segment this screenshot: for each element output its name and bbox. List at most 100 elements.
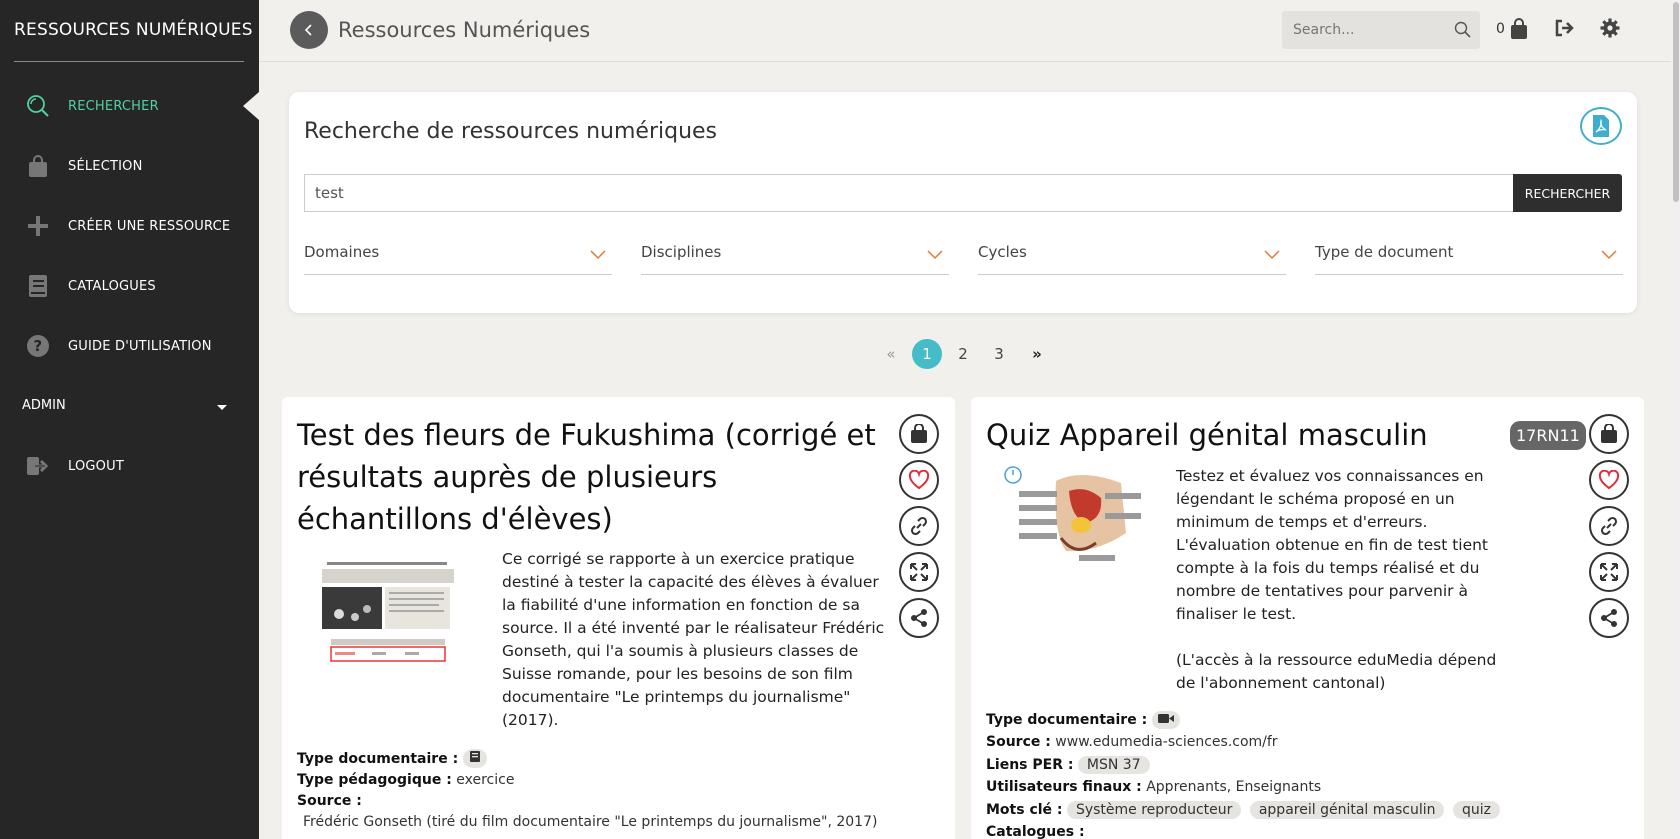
search-panel: Recherche de ressources numériques RECHE… (289, 92, 1637, 313)
cart-count: 0 (1496, 21, 1505, 37)
pdf-icon (1593, 115, 1609, 137)
bag-icon (1601, 424, 1617, 443)
scrollbar[interactable] (1671, 0, 1680, 839)
chevron-down-icon[interactable] (217, 405, 227, 410)
filter-disciplines[interactable]: Disciplines (641, 231, 949, 275)
search-icon (26, 94, 50, 118)
search-button[interactable]: RECHERCHER (1513, 174, 1622, 212)
result-card: Test des fleurs de Fukushima (corrigé et… (282, 397, 955, 839)
bag-icon (26, 154, 50, 178)
filter-type-document[interactable]: Type de document (1315, 231, 1623, 275)
keyword-chip[interactable]: appareil génital masculin (1249, 801, 1445, 819)
filter-label: Disciplines (641, 243, 722, 261)
share-icon (1601, 609, 1617, 627)
sidebar-item-logout[interactable]: LOGOUT (0, 446, 259, 486)
pagination-page-1[interactable]: 1 (912, 339, 942, 369)
pagination-first[interactable]: « (876, 339, 906, 369)
link-button[interactable] (899, 506, 939, 546)
result-access-note: (L'accès à la ressource eduMedia dépend … (1176, 651, 1497, 692)
filter-label: Cycles (978, 243, 1027, 261)
favorite-button[interactable] (899, 460, 939, 500)
link-button[interactable] (1589, 506, 1629, 546)
sidebar-item-creer[interactable]: CRÉER UNE RESSOURCE (0, 206, 259, 246)
global-search[interactable] (1282, 11, 1480, 49)
pagination-last[interactable]: » (1022, 339, 1052, 369)
chevron-left-icon (304, 24, 312, 36)
gear-icon[interactable] (1600, 18, 1620, 42)
keyword-chip[interactable]: Système reproducteur (1066, 801, 1242, 819)
back-button[interactable] (290, 11, 328, 49)
result-thumbnail[interactable] (1001, 463, 1151, 569)
admin-menu[interactable]: ADMIN (22, 398, 66, 413)
cart-icon[interactable] (1510, 18, 1528, 44)
bag-icon (911, 424, 927, 443)
result-description: Ce corrigé se rapporte à un exercice pra… (502, 550, 885, 729)
utilisateurs-finaux: Utilisateurs finaux : Apprenants, Enseig… (986, 779, 1322, 795)
expand-button[interactable] (1589, 552, 1629, 592)
source: Source : www.edumedia-sciences.com/fr (986, 734, 1278, 750)
source-label: Source : (297, 793, 362, 809)
share-button[interactable] (1589, 598, 1629, 638)
search-panel-title: Recherche de ressources numériques (304, 119, 718, 144)
filter-label: Type de document (1315, 243, 1454, 261)
per-chip[interactable]: MSN 37 (1077, 756, 1150, 774)
add-to-selection-button[interactable] (1589, 414, 1629, 454)
pagination-page-3[interactable]: 3 (984, 339, 1014, 369)
expand-button[interactable] (899, 552, 939, 592)
result-card: Quiz Appareil génital masculin 17RN11 Te… (971, 397, 1644, 839)
sidebar-item-catalogues[interactable]: CATALOGUES (0, 266, 259, 306)
search-icon[interactable] (1454, 21, 1471, 42)
result-description: Testez et évaluez vos connaissances en l… (1176, 467, 1489, 623)
question-icon: ? (26, 334, 50, 358)
chevron-down-icon (590, 245, 606, 264)
chevron-down-icon (1264, 245, 1280, 264)
scrollbar-thumb[interactable] (1673, 2, 1679, 202)
mots-cle: Mots clé : Système reproducteur appareil… (986, 801, 1504, 819)
source-value: Frédéric Gonseth (tiré du film documenta… (303, 814, 878, 830)
liens-per: Liens PER : MSN 37 (986, 756, 1154, 774)
keyword-chip[interactable]: quiz (1452, 801, 1500, 819)
result-title[interactable]: Test des fleurs de Fukushima (corrigé et… (297, 414, 882, 540)
chevron-down-icon (1601, 245, 1617, 264)
sidebar-item-selection[interactable]: SÉLECTION (0, 146, 259, 186)
heart-icon (908, 470, 930, 490)
type-documentaire: Type documentaire : (297, 749, 491, 768)
filter-domaines[interactable]: Domaines (304, 231, 612, 275)
result-thumbnail[interactable] (317, 559, 459, 665)
book-icon (462, 749, 487, 768)
resource-code-badge: 17RN11 (1510, 421, 1586, 450)
query-input[interactable] (304, 174, 1513, 212)
link-icon (910, 516, 928, 536)
book-icon (26, 274, 50, 298)
favorite-button[interactable] (1589, 460, 1629, 500)
sidebar-item-label: RECHERCHER (68, 98, 159, 114)
logout-icon (26, 454, 50, 478)
pdf-export-button[interactable] (1580, 107, 1622, 145)
sidebar: RESSOURCES NUMÉRIQUES RECHERCHER SÉLECTI… (0, 0, 259, 839)
link-icon (1600, 516, 1618, 536)
sidebar-item-label: CRÉER UNE RESSOURCE (68, 218, 231, 234)
add-to-selection-button[interactable] (899, 414, 939, 454)
chevron-down-icon (927, 245, 943, 264)
search-input[interactable] (1282, 11, 1442, 49)
sidebar-item-label: LOGOUT (68, 458, 124, 474)
result-title[interactable]: Quiz Appareil génital masculin (986, 414, 1456, 456)
top-bar: Ressources Numériques 0 (259, 0, 1671, 62)
sidebar-item-rechercher[interactable]: RECHERCHER (0, 86, 259, 126)
plus-icon (26, 214, 50, 238)
app-title: RESSOURCES NUMÉRIQUES (14, 20, 253, 40)
share-icon (911, 609, 927, 627)
catalogues: Catalogues : (986, 824, 1085, 839)
type-pedagogique: Type pédagogique : exercice (297, 772, 515, 788)
pagination-page-2[interactable]: 2 (948, 339, 978, 369)
expand-icon (910, 563, 928, 581)
logout-icon[interactable] (1554, 18, 1574, 42)
filter-cycles[interactable]: Cycles (978, 231, 1286, 275)
heart-icon (1598, 470, 1620, 490)
expand-icon (1600, 563, 1618, 581)
sidebar-item-label: SÉLECTION (68, 158, 143, 174)
svg-text:?: ? (34, 337, 43, 355)
sidebar-item-guide[interactable]: ? GUIDE D'UTILISATION (0, 326, 259, 366)
share-button[interactable] (899, 598, 939, 638)
type-documentaire: Type documentaire : (986, 711, 1184, 729)
